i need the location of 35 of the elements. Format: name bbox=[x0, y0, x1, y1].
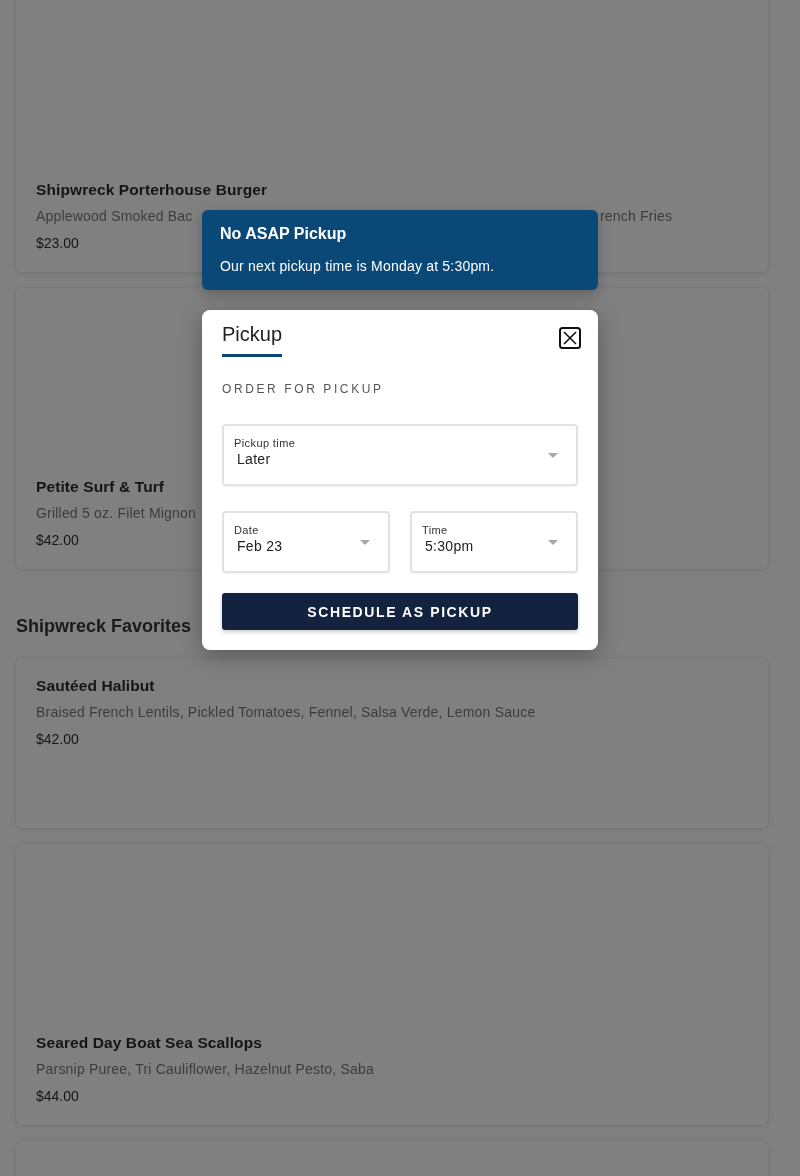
item-price: $23.00 bbox=[36, 234, 79, 253]
item-price: $44.00 bbox=[36, 1087, 79, 1106]
item-description: Applewood Smoked Bac bbox=[36, 207, 193, 226]
floating-label: Date bbox=[234, 524, 259, 537]
section-label: ORDER FOR PICKUP bbox=[222, 382, 384, 396]
dropdown-select[interactable]: Time 5:30pm bbox=[410, 511, 578, 573]
item-description: Braised French Lentils, Pickled Tomatoes, Fennel, Salsa Verde, Lemon Sauce bbox=[36, 703, 537, 722]
item-price: $42.00 bbox=[36, 730, 79, 749]
notice-message: Our next pickup time is Monday at 5:30pm. bbox=[220, 257, 495, 275]
close-button[interactable] bbox=[559, 327, 581, 349]
item-name: Sautéed Halibut bbox=[36, 676, 156, 696]
item-description: rench Fries bbox=[600, 207, 673, 226]
caret-icon bbox=[360, 540, 370, 545]
selected-value: Feb 23 bbox=[237, 537, 283, 555]
caret-icon bbox=[548, 540, 558, 545]
menu-item-card[interactable]: Sautéed Halibut Braised French Lentils, Pickled Tomatoes, Fennel, Salsa Verde, Lemon Sauce $42.00 bbox=[16, 658, 768, 828]
close-icon bbox=[559, 327, 581, 349]
selected-value: Later bbox=[237, 450, 271, 468]
item-description: Grilled 5 oz. Filet Mignon bbox=[36, 504, 198, 523]
schedule-button[interactable]: SCHEDULE AS PICKUP bbox=[222, 593, 578, 630]
floating-label: Pickup time bbox=[234, 437, 296, 450]
menu-item-card[interactable]: Seared Day Boat Sea Scallops Parsnip Puree, Tri Cauliflower, Hazelnut Pesto, Saba $44.00 bbox=[16, 844, 768, 1125]
item-name: Petite Surf & Turf bbox=[36, 477, 166, 497]
floating-label: Time bbox=[422, 524, 448, 537]
notice-title: No ASAP Pickup bbox=[220, 224, 347, 244]
item-name: Shipwreck Porterhouse Burger bbox=[36, 180, 269, 200]
item-price: $42.00 bbox=[36, 531, 79, 550]
dropdown-select[interactable]: Pickup time Later bbox=[222, 424, 578, 486]
item-name: Seared Day Boat Sea Scallops bbox=[36, 1033, 263, 1053]
dialog-tab[interactable]: Pickup bbox=[222, 310, 283, 357]
dropdown-select[interactable]: Date Feb 23 bbox=[222, 511, 390, 573]
selected-value: 5:30pm bbox=[425, 537, 474, 555]
caret-icon bbox=[548, 453, 558, 458]
section-heading: Shipwreck Favorites bbox=[16, 615, 192, 638]
item-description: Parsnip Puree, Tri Cauliflower, Hazelnut Pesto, Saba bbox=[36, 1060, 375, 1079]
